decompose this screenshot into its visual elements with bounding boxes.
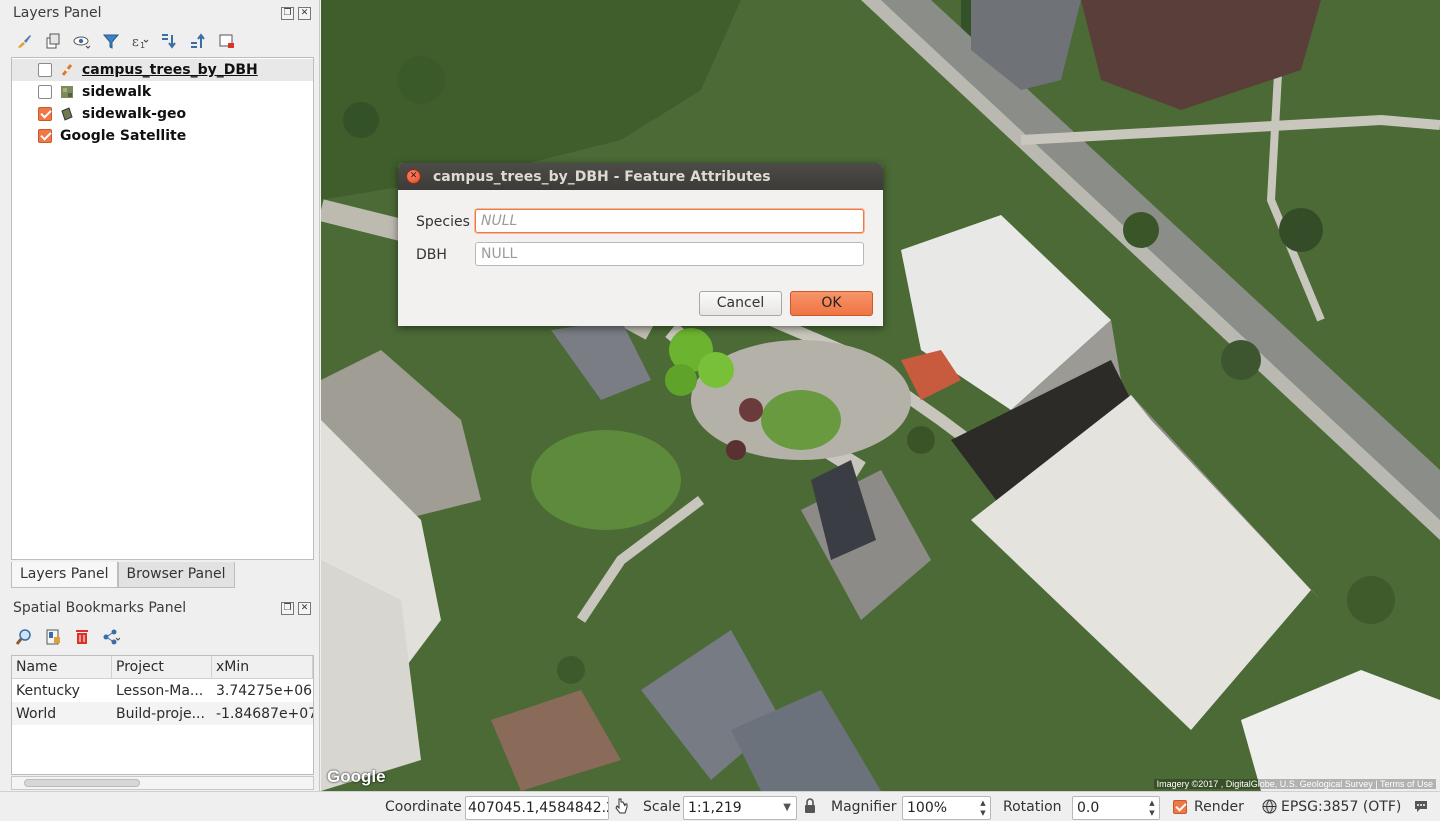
rotation-field[interactable]: 0.0 ▲ ▼: [1072, 796, 1160, 820]
layer-row-google-satellite[interactable]: Google Satellite: [12, 125, 313, 147]
filter-icon[interactable]: [101, 31, 121, 51]
feature-attributes-dialog: ✕ campus_trees_by_DBH - Feature Attribut…: [398, 163, 883, 326]
magnifier-value: 100%: [907, 800, 948, 816]
render-label: Render: [1194, 799, 1244, 815]
style-brush-icon[interactable]: [14, 31, 34, 51]
table-cell: Lesson-Ma...: [116, 682, 204, 699]
table-row[interactable]: Kentucky Lesson-Ma... 3.74275e+06: [12, 679, 313, 702]
zoom-to-bookmark-icon[interactable]: [14, 627, 34, 647]
remove-layer-icon[interactable]: [217, 31, 237, 51]
rotation-value: 0.0: [1077, 800, 1100, 816]
dialog-titlebar[interactable]: ✕ campus_trees_by_DBH - Feature Attribut…: [398, 163, 883, 190]
table-cell: -1.84687e+07: [216, 705, 313, 722]
svg-text:ε: ε: [132, 35, 139, 50]
layer-label: campus_trees_by_DBH: [82, 62, 258, 78]
spin-arrows-icon[interactable]: ▲ ▼: [1146, 798, 1158, 818]
scale-label: Scale: [643, 799, 681, 815]
left-dock: Layers Panel ❐ ✕ ε1 campus_trees_by_DBH …: [0, 0, 320, 791]
crs-label[interactable]: EPSG:3857 (OTF): [1281, 799, 1401, 815]
column-header[interactable]: xMin: [212, 656, 313, 679]
layers-panel-dock-buttons: ❐ ✕: [281, 7, 311, 20]
visibility-eye-icon[interactable]: [72, 31, 92, 51]
point-layer-icon: [61, 64, 73, 76]
expression-filter-icon[interactable]: ε1: [130, 31, 150, 51]
table-cell: Kentucky: [16, 682, 80, 699]
svg-text:1: 1: [140, 41, 145, 50]
layer-visibility-checkbox[interactable]: [38, 85, 52, 99]
share-bookmark-icon[interactable]: [101, 627, 121, 647]
bookmarks-horizontal-scrollbar[interactable]: [11, 776, 314, 790]
table-cell: Build-proje...: [116, 705, 205, 722]
layer-visibility-checkbox[interactable]: [38, 129, 52, 143]
scale-value: 1:1,219: [688, 800, 742, 816]
raster-layer-icon: [61, 86, 73, 98]
dbh-field[interactable]: NULL: [475, 242, 864, 266]
layer-row-sidewalk[interactable]: sidewalk: [12, 81, 313, 103]
bookmarks-table-header: Name Project xMin: [12, 656, 313, 679]
table-row[interactable]: World Build-proje... -1.84687e+07: [12, 702, 313, 725]
layer-label: sidewalk-geo: [82, 106, 187, 122]
raster-layer-icon: [61, 107, 73, 121]
ok-button[interactable]: OK: [790, 291, 873, 316]
float-panel-icon[interactable]: ❐: [281, 7, 294, 20]
scrollbar-thumb[interactable]: [24, 779, 140, 787]
layer-label: Google Satellite: [60, 128, 187, 144]
bookmarks-panel-dock-buttons: ❐ ✕: [281, 602, 311, 615]
tab-browser-panel[interactable]: Browser Panel: [117, 562, 235, 588]
layer-tree: campus_trees_by_DBH sidewalk sidewalk-ge…: [11, 57, 314, 560]
layers-toolbar: ε1: [14, 29, 237, 53]
scale-field[interactable]: 1:1,219 ▼: [683, 796, 797, 820]
imagery-credit[interactable]: Imagery ©2017 , DigitalGlobe, U.S. Geolo…: [1153, 779, 1436, 789]
render-checkbox[interactable]: [1173, 800, 1187, 814]
add-bookmark-icon[interactable]: [43, 627, 63, 647]
coordinate-field[interactable]: 407045.1,4584842.2: [465, 796, 609, 820]
coordinate-label: Coordinate: [385, 799, 462, 815]
dock-tabs: Layers Panel Browser Panel: [11, 562, 235, 588]
satellite-imagery: [321, 0, 1440, 791]
bookmarks-panel-title: Spatial Bookmarks Panel: [13, 600, 187, 616]
rotation-label: Rotation: [1003, 799, 1062, 815]
dbh-label: DBH: [416, 247, 447, 263]
bookmarks-toolbar: [14, 625, 121, 649]
layers-panel-title: Layers Panel: [13, 5, 102, 21]
layer-row-sidewalk-geo[interactable]: sidewalk-geo: [12, 103, 313, 125]
dialog-title: campus_trees_by_DBH - Feature Attributes: [433, 168, 771, 185]
close-panel-icon[interactable]: ✕: [298, 602, 311, 615]
cancel-button[interactable]: Cancel: [699, 291, 782, 316]
bookmarks-table: Name Project xMin Kentucky Lesson-Ma... …: [11, 655, 314, 775]
species-label: Species: [416, 214, 470, 230]
map-canvas[interactable]: Google Imagery ©2017 , DigitalGlobe, U.S…: [321, 0, 1440, 791]
close-panel-icon[interactable]: ✕: [298, 7, 311, 20]
mouse-pointer-icon[interactable]: [614, 797, 630, 819]
layer-visibility-checkbox[interactable]: [38, 63, 52, 77]
close-icon[interactable]: ✕: [406, 169, 421, 184]
column-header[interactable]: Name: [12, 656, 112, 679]
add-group-icon[interactable]: [43, 31, 63, 51]
table-cell: World: [16, 705, 57, 722]
tab-layers-panel[interactable]: Layers Panel: [11, 562, 118, 588]
lock-icon[interactable]: [804, 798, 816, 818]
layer-row-campus-trees[interactable]: campus_trees_by_DBH: [12, 59, 313, 81]
collapse-all-icon[interactable]: [188, 31, 208, 51]
status-bar: Coordinate 407045.1,4584842.2 Scale 1:1,…: [0, 791, 1440, 821]
species-field[interactable]: NULL: [475, 209, 864, 233]
chevron-down-icon[interactable]: ▼: [783, 797, 791, 819]
table-cell: 3.74275e+06: [216, 682, 313, 699]
column-header[interactable]: Project: [112, 656, 212, 679]
float-panel-icon[interactable]: ❐: [281, 602, 294, 615]
layer-visibility-checkbox[interactable]: [38, 107, 52, 121]
google-logo: Google: [327, 767, 386, 786]
globe-icon[interactable]: [1262, 799, 1277, 818]
magnifier-field[interactable]: 100% ▲ ▼: [902, 796, 991, 820]
messages-icon[interactable]: [1413, 799, 1429, 818]
delete-bookmark-icon[interactable]: [72, 627, 92, 647]
magnifier-label: Magnifier: [831, 799, 897, 815]
layer-label: sidewalk: [82, 84, 152, 100]
spin-arrows-icon[interactable]: ▲ ▼: [977, 798, 989, 818]
expand-all-icon[interactable]: [159, 31, 179, 51]
